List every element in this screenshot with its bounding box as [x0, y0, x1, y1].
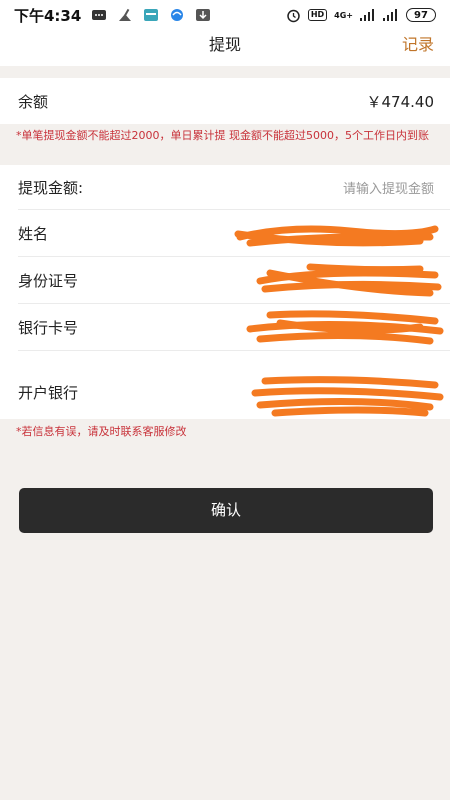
card-redaction	[246, 310, 444, 345]
network-type: 4G+	[334, 10, 353, 20]
status-bar: 下午4:34 HD 4G+ 97	[0, 0, 450, 30]
battery-icon: 97	[406, 8, 436, 22]
id-label: 身份证号	[18, 271, 79, 290]
amount-row[interactable]: 提现金额: 请输入提现金额	[0, 165, 450, 209]
amount-label: 提现金额:	[18, 178, 84, 197]
status-time: 下午4:34	[14, 6, 82, 25]
hd-icon: HD	[307, 9, 328, 21]
id-redaction	[256, 263, 442, 297]
records-link[interactable]: 记录	[402, 30, 434, 66]
alarm-icon	[287, 9, 300, 22]
name-redaction	[234, 225, 439, 247]
info-error-notice: *若信息有误，请及时联系客服修改	[16, 425, 187, 438]
signal-icon	[360, 9, 374, 21]
signal-icon-2	[383, 9, 397, 21]
divider	[18, 350, 450, 351]
bank-label: 开户银行	[18, 383, 79, 402]
withdraw-limit-notice: *单笔提现金额不能超过2000，单日累计提 现金额不能超过5000，5个工作日内…	[16, 129, 429, 142]
nav-bar: 提现 记录	[0, 30, 450, 66]
page-title: 提现	[208, 35, 241, 54]
card-label: 银行卡号	[18, 318, 79, 337]
app-icon	[144, 9, 159, 21]
balance-label: 余额	[18, 92, 49, 111]
balance-value: ￥474.40	[366, 92, 435, 111]
message-icon	[92, 10, 107, 20]
balance-row: 余额 ￥474.40	[0, 78, 450, 124]
download-icon	[196, 9, 211, 21]
name-label: 姓名	[18, 224, 49, 243]
amount-input[interactable]: 请输入提现金额	[343, 178, 434, 197]
bank-redaction	[251, 376, 444, 417]
confirm-button[interactable]: 确认	[19, 488, 433, 533]
broom-icon	[119, 8, 132, 21]
browser-icon	[171, 9, 184, 21]
withdraw-form: 提现金额: 请输入提现金额 姓名 身份证号 银行卡号 开户银行	[0, 165, 450, 419]
